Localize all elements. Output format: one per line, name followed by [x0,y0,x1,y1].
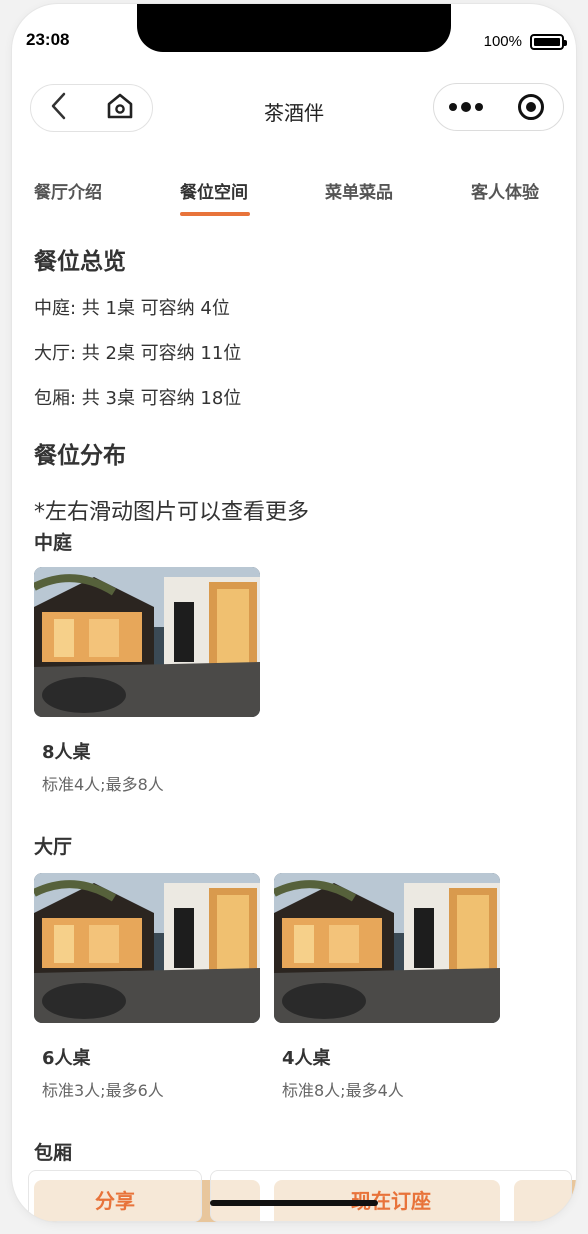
card-subtitle: 标准3人;最多6人 [42,1081,164,1100]
card-subtitle: 标准8人;最多4人 [282,1081,404,1100]
card-title: 8人桌 [42,742,91,763]
tab-reviews[interactable]: 客人体验 [471,178,539,203]
active-tab-indicator [180,212,250,216]
seat-photo[interactable] [34,873,260,1023]
tab-seating[interactable]: 餐位空间 [180,178,248,203]
overview-title: 餐位总览 [34,249,126,275]
section-title-hall: 大厅 [34,836,73,858]
battery-percent: 100% [483,33,522,50]
close-circle-icon[interactable] [499,94,564,120]
seat-photo[interactable] [274,873,500,1023]
tab-bar: 餐厅介绍 餐位空间 菜单菜品 客人体验 [12,172,576,222]
menu-capsule [433,83,564,131]
tab-intro[interactable]: 餐厅介绍 [34,178,102,203]
status-right: 100% [483,33,567,50]
share-button[interactable]: 分享 [28,1170,202,1222]
bottom-action-bar: 分享 现在订座 [12,1168,576,1222]
book-now-button[interactable]: 现在订座 [210,1170,572,1222]
tab-menu[interactable]: 菜单菜品 [325,178,393,203]
overview-line-private: 包厢: 共 3桌 可容纳 18位 [34,388,242,409]
overview-line-hall: 大厅: 共 2桌 可容纳 11位 [34,343,242,364]
phone-screen: 23:08 100% 茶酒伴 餐厅介绍 餐位空间 菜单菜品 客人体验 餐位总览 … [12,4,576,1222]
more-dots-icon[interactable] [434,102,499,112]
home-indicator [210,1200,378,1206]
overview-line-courtyard: 中庭: 共 1桌 可容纳 4位 [34,298,230,319]
distribution-title: 餐位分布 [34,443,126,469]
card-subtitle: 标准4人;最多8人 [42,775,164,794]
status-time: 23:08 [26,30,70,49]
card-title: 4人桌 [282,1048,331,1069]
section-title-courtyard: 中庭 [34,532,73,554]
seat-photo[interactable] [34,567,260,717]
battery-icon [530,33,567,50]
swipe-hint: *左右滑动图片可以查看更多 [34,500,310,525]
section-title-private: 包厢 [34,1142,73,1164]
nav-bar: 茶酒伴 [12,80,576,134]
notch [137,4,451,52]
card-title: 6人桌 [42,1048,91,1069]
